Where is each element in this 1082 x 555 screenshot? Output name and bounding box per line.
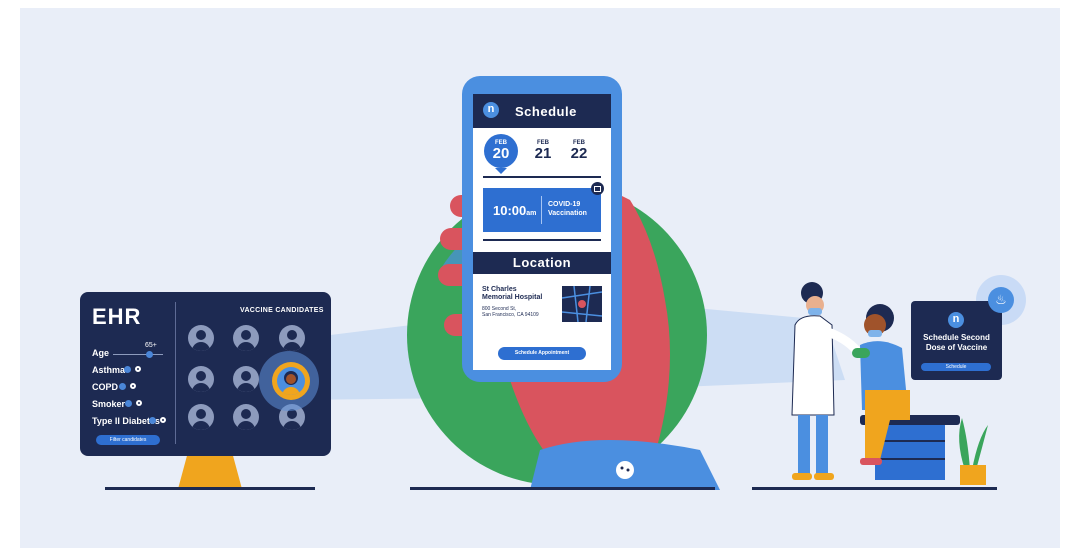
condition-smoker: Smoker [92,399,126,409]
map-thumbnail[interactable] [562,286,602,322]
appointment-divider [541,196,542,224]
illustration: EHR Age 65+ Asthma COPD Smoker Type II D… [0,0,1082,555]
phone-notch [519,94,587,103]
floor-line-center [410,487,715,490]
popup-schedule-button[interactable]: Schedule [921,363,991,371]
map-pin-icon [578,300,586,308]
schedule-title: Schedule [515,104,577,119]
plant-pot [960,465,986,485]
app-logo: n [483,102,499,118]
copd-toggle[interactable] [130,383,136,389]
date-day: 20 [492,145,510,162]
age-label: Age [92,348,110,358]
date-day: 21 [534,145,552,162]
floor-line-left [105,487,315,490]
monitor-stand [178,452,242,489]
phone-screen: n Schedule FEB 20 FEB 21 FEB 22 10:00am [473,94,611,370]
condition-asthma: Asthma [92,365,126,375]
second-dose-popup: n Schedule Second Dose of Vaccine Schedu… [911,301,1002,380]
candidate-avatar[interactable] [233,404,259,430]
date-selected[interactable]: FEB 20 [484,134,518,168]
date-day: 22 [570,145,588,162]
date-option[interactable]: FEB 21 [531,140,555,161]
vaccine-candidates-title: VACCINE CANDIDATES [240,307,324,314]
floor-line-right [752,487,997,490]
copd-dot [119,383,126,390]
age-slider-handle[interactable] [146,351,153,358]
date-pointer [495,168,507,174]
smoker-toggle[interactable] [136,400,142,406]
popup-logo: n [948,312,964,328]
hospital-name: St Charles Memorial Hospital [482,286,543,301]
age-slider-track[interactable] [113,354,163,355]
bell-icon[interactable]: ♨ [988,287,1014,313]
calendar-icon[interactable] [591,182,604,195]
candidate-avatar[interactable] [279,325,305,351]
condition-copd: COPD [92,382,119,392]
asthma-dot [124,366,131,373]
diabetes-toggle[interactable] [160,417,166,423]
candidate-avatar[interactable] [233,325,259,351]
sleeve-button [616,461,634,479]
filter-candidates-button[interactable]: Filter candidates [96,435,160,445]
candidate-avatar[interactable] [188,404,214,430]
date-divider [483,176,601,178]
date-option[interactable]: FEB 22 [567,140,591,161]
candidate-avatar[interactable] [188,325,214,351]
phone: n Schedule FEB 20 FEB 21 FEB 22 10:00am [462,76,622,382]
asthma-toggle[interactable] [135,366,141,372]
appointment-type: COVID-19 Vaccination [548,201,587,217]
appointment-time: 10:00am [493,203,537,218]
schedule-appointment-button[interactable]: Schedule Appointment [498,347,586,360]
monitor-divider [175,302,176,444]
location-header: Location [473,252,611,274]
candidate-avatar[interactable] [188,366,214,392]
hospital-address: 800 Second St, San Francisco, CA 94109 [482,306,539,318]
ehr-title: EHR [92,304,142,329]
candidate-avatar[interactable] [233,366,259,392]
smoker-dot [125,400,132,407]
plant [959,418,970,470]
age-value: 65+ [145,342,157,349]
popup-message: Schedule Second Dose of Vaccine [923,333,990,352]
selected-candidate-avatar[interactable] [272,362,310,400]
diabetes-dot [149,417,156,424]
section-divider [483,239,601,241]
appointment-card[interactable]: 10:00am COVID-19 Vaccination [483,188,601,232]
